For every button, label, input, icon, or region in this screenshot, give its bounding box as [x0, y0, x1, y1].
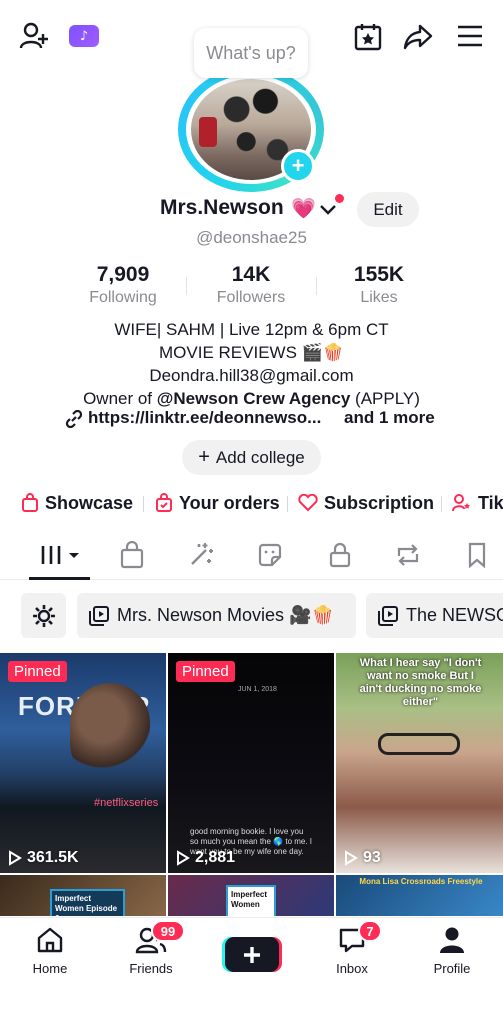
- tab-private[interactable]: [320, 540, 360, 570]
- bio-link[interactable]: https://linktr.ee/deonnewso...: [88, 408, 321, 428]
- edit-profile-button[interactable]: Edit: [357, 192, 419, 227]
- friends-badge: 99: [151, 920, 185, 942]
- profile-icon: [440, 927, 464, 953]
- profile-avatar[interactable]: +: [178, 67, 324, 192]
- video-thumbnail[interactable]: What I hear say "I don't want no smoke B…: [336, 653, 503, 873]
- plus-icon: [244, 946, 260, 963]
- bio-line: Owner of @Newson Crew Agency (APPLY): [83, 389, 420, 408]
- person-star-icon: [452, 494, 470, 512]
- add-college-button[interactable]: + Add college: [182, 440, 321, 475]
- tab-effects[interactable]: [181, 540, 221, 570]
- lock-icon: [329, 542, 351, 568]
- menu-icon[interactable]: [456, 24, 484, 48]
- account-switch-chevron-icon[interactable]: [320, 202, 336, 220]
- playlist-icon: [378, 605, 398, 626]
- video-thumbnail[interactable]: JUN 1, 2018 good morning bookie. I love …: [168, 653, 334, 873]
- bio: WIFE| SAHM | Live 12pm & 6pm CT MOVIE RE…: [0, 318, 503, 410]
- grid-dropdown-icon: [41, 546, 79, 564]
- active-tab-indicator: [29, 577, 90, 580]
- view-count: 361.5K: [8, 849, 79, 867]
- more-links[interactable]: and 1 more: [344, 408, 435, 428]
- add-friend-icon[interactable]: [18, 21, 50, 51]
- repost-icon: [397, 544, 419, 566]
- video-thumbnail[interactable]: FOREVER #netflixseries Pinned 361.5K: [0, 653, 166, 873]
- order-check-icon: [156, 493, 172, 512]
- tab-stickers[interactable]: [250, 540, 290, 570]
- subscription-heart-icon: [298, 494, 318, 512]
- stat-followers[interactable]: 14K Followers: [196, 263, 306, 307]
- shopping-bag-icon: [120, 541, 144, 569]
- view-count: 2,881: [176, 849, 235, 867]
- link-icon: [65, 409, 83, 433]
- bottom-nav: Home Friends 99 Inbox 7 Profile: [0, 917, 503, 1023]
- whats-up-bubble[interactable]: What's up?: [194, 28, 308, 78]
- play-icon: [9, 850, 22, 866]
- share-icon[interactable]: [402, 22, 434, 52]
- bio-link-row: https://linktr.ee/deonnewso... and 1 mor…: [0, 408, 503, 432]
- playlist-chip[interactable]: Mrs. Newson Movies 🎥🍿: [77, 593, 356, 638]
- stat-following[interactable]: 7,909 Following: [68, 263, 178, 307]
- home-icon: [37, 927, 63, 953]
- tab-favorites[interactable]: [457, 540, 497, 570]
- agency-mention[interactable]: @Newson Crew Agency: [157, 389, 351, 408]
- play-icon: [345, 850, 358, 866]
- sparkle-wand-icon: [191, 543, 213, 565]
- tiktok-link[interactable]: Tik: [452, 488, 503, 518]
- pinned-badge: Pinned: [8, 661, 67, 682]
- plus-icon: +: [198, 446, 210, 468]
- view-count: 93: [344, 849, 381, 867]
- heart-emoji: 💗: [291, 198, 316, 220]
- playlist-chip[interactable]: The NEWSO: [366, 593, 503, 638]
- video-thumbnail[interactable]: Imperfect Women Episode 6: [0, 875, 166, 916]
- sticker-icon: [258, 543, 282, 567]
- create-button[interactable]: [222, 937, 282, 972]
- showcase-link[interactable]: Showcase: [21, 488, 133, 518]
- tab-shop[interactable]: [112, 540, 152, 570]
- tiktok-studio-icon[interactable]: ♪: [69, 25, 99, 47]
- playlist-icon: [89, 605, 109, 626]
- nav-home[interactable]: Home: [10, 925, 90, 976]
- video-grid: FOREVER #netflixseries Pinned 361.5K JUN…: [0, 653, 503, 916]
- video-thumbnail[interactable]: Mona Lisa Crossroads Freestyle: [336, 875, 503, 916]
- shopping-bag-icon: [22, 493, 38, 512]
- username: Mrs.Newson: [160, 196, 284, 219]
- bio-line: WIFE| SAHM | Live 12pm & 6pm CT: [114, 320, 389, 339]
- calendar-star-icon[interactable]: [353, 22, 383, 52]
- stat-likes[interactable]: 155K Likes: [324, 263, 434, 307]
- add-story-plus-icon[interactable]: +: [281, 149, 315, 183]
- name-row: Mrs.Newson 💗 Edit: [0, 192, 503, 228]
- subscription-link[interactable]: Subscription: [298, 488, 434, 518]
- playlist-settings-button[interactable]: [21, 593, 66, 638]
- bio-line: MOVIE REVIEWS 🎬🍿: [159, 343, 344, 362]
- inbox-badge: 7: [358, 920, 382, 942]
- shop-links-row: Showcase Your orders Subscription Tik: [0, 488, 503, 518]
- bio-line: Deondra.hill38@gmail.com: [149, 366, 354, 385]
- bookmark-icon: [468, 542, 486, 568]
- user-handle: @deonshae25: [196, 228, 307, 247]
- content-tabs: [0, 533, 503, 580]
- notification-dot: [335, 194, 344, 203]
- tab-reposts[interactable]: [388, 540, 428, 570]
- play-icon: [177, 850, 190, 866]
- profile-stats: 7,909 Following 14K Followers 155K Likes: [0, 263, 503, 309]
- tab-videos[interactable]: [38, 540, 82, 570]
- playlists-row: Mrs. Newson Movies 🎥🍿 The NEWSO: [0, 593, 503, 639]
- orders-link[interactable]: Your orders: [155, 488, 280, 518]
- gear-icon: [32, 604, 55, 627]
- nav-profile[interactable]: Profile: [412, 925, 492, 976]
- pinned-badge: Pinned: [176, 661, 235, 682]
- video-thumbnail[interactable]: Imperfect Women: [168, 875, 334, 916]
